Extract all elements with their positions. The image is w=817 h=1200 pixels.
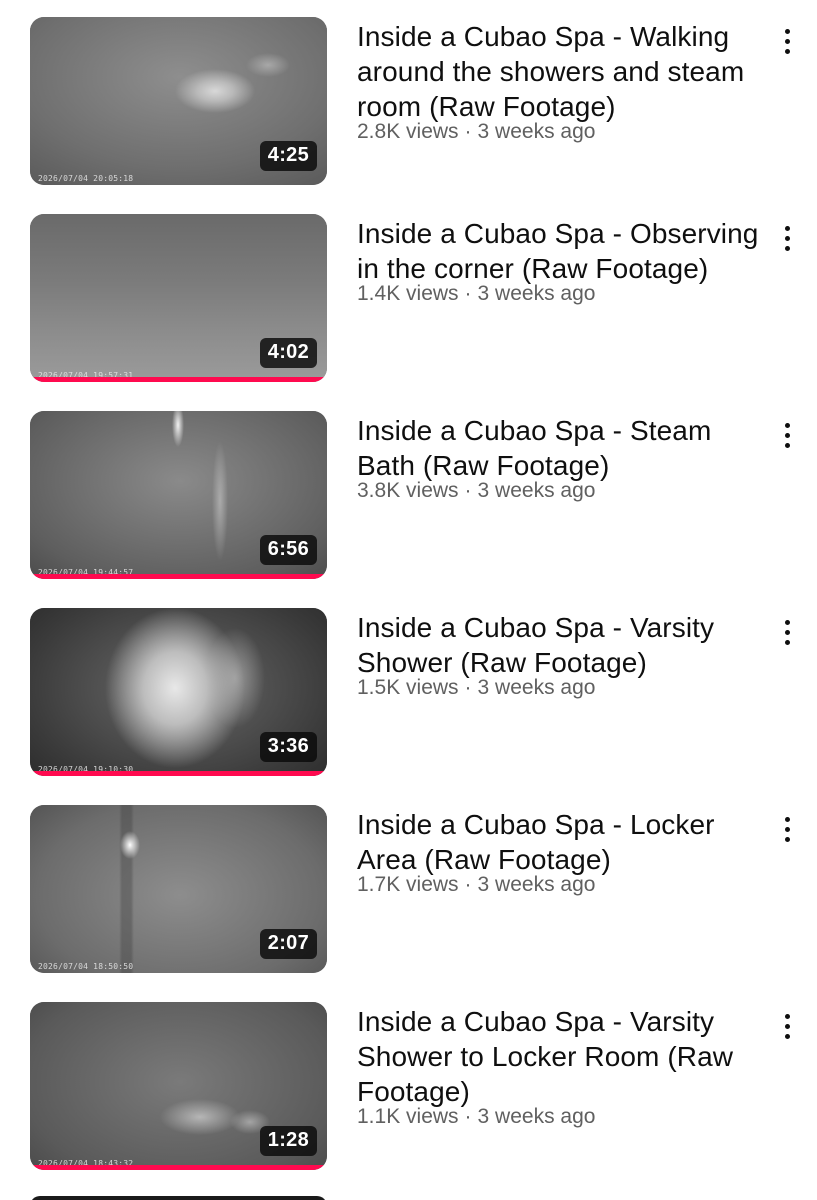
video-meta: 1.5K views · 3 weeks ago bbox=[357, 675, 762, 701]
camera-timestamp: 2026/07/04 20:05:18 bbox=[38, 174, 134, 183]
video-meta: 2.8K views · 3 weeks ago bbox=[357, 119, 762, 145]
camera-timestamp: 2026/07/04 18:50:50 bbox=[38, 962, 134, 971]
video-title[interactable]: Inside a Cubao Spa - Observing in the co… bbox=[357, 216, 762, 286]
more-vert-icon[interactable] bbox=[774, 813, 800, 853]
view-count: 1.5K views bbox=[357, 676, 459, 699]
video-item[interactable]: 2026/07/04 19:57:31 4:02 Inside a Cubao … bbox=[0, 214, 817, 384]
video-thumbnail[interactable]: 2026/07/04 19:44:57 6:56 bbox=[30, 411, 327, 579]
view-count: 3.8K views bbox=[357, 479, 459, 502]
video-meta: 1.1K views · 3 weeks ago bbox=[357, 1104, 762, 1130]
more-vert-icon[interactable] bbox=[774, 1010, 800, 1050]
upload-age: 3 weeks ago bbox=[477, 873, 596, 896]
duration-badge: 1:28 bbox=[259, 1126, 317, 1156]
video-thumbnail[interactable]: 2026/07/04 19:10:30 3:36 bbox=[30, 608, 327, 776]
upload-age: 3 weeks ago bbox=[477, 676, 596, 699]
video-thumbnail[interactable]: 2026/07/04 18:50:50 2:07 bbox=[30, 805, 327, 973]
watch-progress-bar bbox=[30, 1165, 327, 1170]
video-thumbnail[interactable]: 2026/07/04 19:57:31 4:02 bbox=[30, 214, 327, 382]
upload-age: 3 weeks ago bbox=[477, 479, 596, 502]
upload-age: 3 weeks ago bbox=[477, 1105, 596, 1128]
video-title[interactable]: Inside a Cubao Spa - Walking around the … bbox=[357, 19, 762, 124]
duration-badge: 4:25 bbox=[259, 141, 317, 171]
next-video-thumbnail[interactable] bbox=[30, 1196, 327, 1200]
video-meta: 1.7K views · 3 weeks ago bbox=[357, 872, 762, 898]
video-item[interactable]: 2026/07/04 18:50:50 2:07 Inside a Cubao … bbox=[0, 805, 817, 975]
duration-badge: 2:07 bbox=[259, 929, 317, 959]
meta-separator: · bbox=[464, 282, 472, 305]
duration-badge: 6:56 bbox=[259, 535, 317, 565]
view-count: 2.8K views bbox=[357, 120, 459, 143]
meta-separator: · bbox=[464, 1105, 472, 1128]
watch-progress-bar bbox=[30, 574, 327, 579]
more-vert-icon[interactable] bbox=[774, 25, 800, 65]
meta-separator: · bbox=[464, 479, 472, 502]
meta-separator: · bbox=[464, 873, 472, 896]
more-vert-icon[interactable] bbox=[774, 222, 800, 262]
duration-badge: 4:02 bbox=[259, 338, 317, 368]
duration-badge: 3:36 bbox=[259, 732, 317, 762]
video-title[interactable]: Inside a Cubao Spa - Locker Area (Raw Fo… bbox=[357, 807, 762, 877]
video-item[interactable]: 2026/07/04 19:44:57 6:56 Inside a Cubao … bbox=[0, 411, 817, 581]
video-item[interactable]: 2026/07/04 18:43:32 1:28 Inside a Cubao … bbox=[0, 1002, 817, 1172]
view-count: 1.7K views bbox=[357, 873, 459, 896]
video-title[interactable]: Inside a Cubao Spa - Varsity Shower to L… bbox=[357, 1004, 762, 1109]
more-vert-icon[interactable] bbox=[774, 419, 800, 459]
video-title[interactable]: Inside a Cubao Spa - Steam Bath (Raw Foo… bbox=[357, 413, 762, 483]
video-meta: 3.8K views · 3 weeks ago bbox=[357, 478, 762, 504]
video-item[interactable]: 2026/07/04 20:05:18 4:25 Inside a Cubao … bbox=[0, 17, 817, 187]
upload-age: 3 weeks ago bbox=[477, 120, 596, 143]
meta-separator: · bbox=[464, 120, 472, 143]
more-vert-icon[interactable] bbox=[774, 616, 800, 656]
meta-separator: · bbox=[464, 676, 472, 699]
upload-age: 3 weeks ago bbox=[477, 282, 596, 305]
video-thumbnail[interactable]: 2026/07/04 20:05:18 4:25 bbox=[30, 17, 327, 185]
video-thumbnail[interactable]: 2026/07/04 18:43:32 1:28 bbox=[30, 1002, 327, 1170]
watch-progress-bar bbox=[30, 771, 327, 776]
video-list: 2026/07/04 20:05:18 4:25 Inside a Cubao … bbox=[0, 0, 817, 1200]
video-title[interactable]: Inside a Cubao Spa - Varsity Shower (Raw… bbox=[357, 610, 762, 680]
view-count: 1.1K views bbox=[357, 1105, 459, 1128]
watch-progress-bar bbox=[30, 377, 327, 382]
video-item[interactable]: 2026/07/04 19:10:30 3:36 Inside a Cubao … bbox=[0, 608, 817, 778]
view-count: 1.4K views bbox=[357, 282, 459, 305]
